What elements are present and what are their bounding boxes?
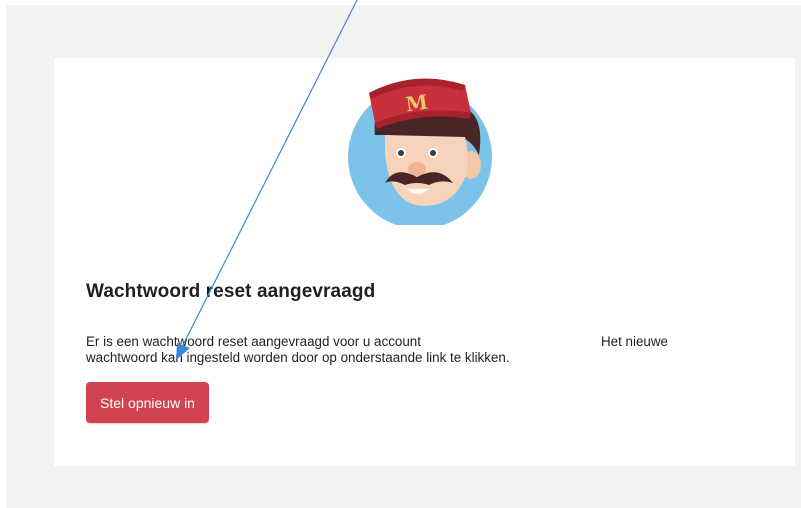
mascot-hat-letter: M [404,90,429,117]
body-line1-start: Er is een wachtwoord reset aangevraagd v… [86,334,421,349]
body-line2: wachtwoord kan ingesteld worden door op … [86,350,510,365]
email-body-text: Er is een wachtwoord reset aangevraagd v… [86,334,706,366]
mascot-icon: M [348,78,492,225]
body-line1-end: Het nieuwe [601,334,668,349]
reset-password-button[interactable]: Stel opnieuw in [86,382,209,423]
email-heading: Wachtwoord reset aangevraagd [86,281,376,302]
